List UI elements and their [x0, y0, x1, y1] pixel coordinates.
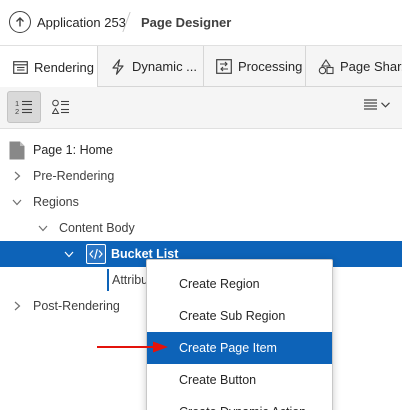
- lightning-icon: [110, 58, 126, 75]
- tree-node-pre-rendering-label: Pre-Rendering: [33, 169, 115, 183]
- hamburger-menu-icon: [364, 99, 377, 110]
- chevron-down-icon[interactable]: [62, 247, 76, 261]
- tree-node-post-rendering-label: Post-Rendering: [33, 299, 120, 313]
- tree-node-page-label: Page 1: Home: [33, 143, 113, 157]
- page-icon: [9, 141, 25, 163]
- tree-node-page[interactable]: Page 1: Home: [0, 137, 402, 163]
- red-arrow-annotation: [97, 341, 168, 353]
- processing-icon: [216, 59, 232, 75]
- tree-node-content-body-label: Content Body: [59, 221, 135, 235]
- region-code-icon: [86, 244, 106, 264]
- chevron-right-icon[interactable]: [10, 169, 24, 183]
- page-designer-header: Application 253 Page Designer: [0, 0, 402, 45]
- tab-dynamic-actions[interactable]: Dynamic ...: [98, 46, 204, 87]
- chevron-down-icon: [381, 101, 390, 108]
- tab-processing[interactable]: Processing: [204, 46, 306, 87]
- svg-text:2: 2: [15, 107, 19, 115]
- tree-menu-button[interactable]: [364, 99, 390, 110]
- component-view-button[interactable]: 1 2: [7, 91, 41, 123]
- tree-node-attributes-label: Attribu: [112, 273, 149, 287]
- tree-node-regions-label: Regions: [33, 195, 79, 209]
- rendering-icon: [12, 59, 28, 75]
- application-home-button[interactable]: [9, 11, 31, 33]
- tab-rendering-label: Rendering: [34, 59, 94, 75]
- tree-connector-line: [107, 269, 109, 291]
- arrow-up-icon: [16, 17, 24, 27]
- tab-processing-label: Processing: [238, 59, 303, 74]
- menu-item-create-dynamic-action[interactable]: Create Dynamic Action: [147, 396, 332, 410]
- ordered-list-icon: 1 2: [15, 99, 32, 115]
- application-name-link[interactable]: Application 253: [37, 15, 126, 30]
- menu-item-create-sub-region[interactable]: Create Sub Region: [147, 300, 332, 332]
- tab-dynamic-actions-label: Dynamic ...: [132, 59, 198, 74]
- tree-node-pre-rendering[interactable]: Pre-Rendering: [0, 163, 402, 189]
- tab-page-shared-components[interactable]: Page Shar...: [306, 46, 402, 87]
- tree-node-regions[interactable]: Regions: [0, 189, 402, 215]
- page-title: Page Designer: [141, 15, 232, 30]
- tab-rendering[interactable]: Rendering: [0, 46, 98, 88]
- shapes-list-icon: [52, 99, 69, 114]
- chevron-right-icon[interactable]: [10, 299, 24, 313]
- menu-item-create-region[interactable]: Create Region: [147, 268, 332, 300]
- shapes-icon: [318, 58, 334, 75]
- menu-item-create-page-item[interactable]: Create Page Item: [147, 332, 332, 364]
- chevron-down-icon[interactable]: [36, 221, 50, 235]
- context-menu: Create Region Create Sub Region Create P…: [146, 259, 333, 410]
- menu-item-create-button[interactable]: Create Button: [147, 364, 332, 396]
- tree-toolbar: 1 2: [0, 87, 402, 129]
- grouped-view-button[interactable]: [44, 91, 78, 123]
- designer-tabs: Rendering Dynamic ... Processing Page Sh…: [0, 45, 402, 88]
- tree-node-content-body[interactable]: Content Body: [0, 215, 402, 241]
- chevron-down-icon[interactable]: [10, 195, 24, 209]
- tab-page-shared-label: Page Shar...: [340, 59, 402, 74]
